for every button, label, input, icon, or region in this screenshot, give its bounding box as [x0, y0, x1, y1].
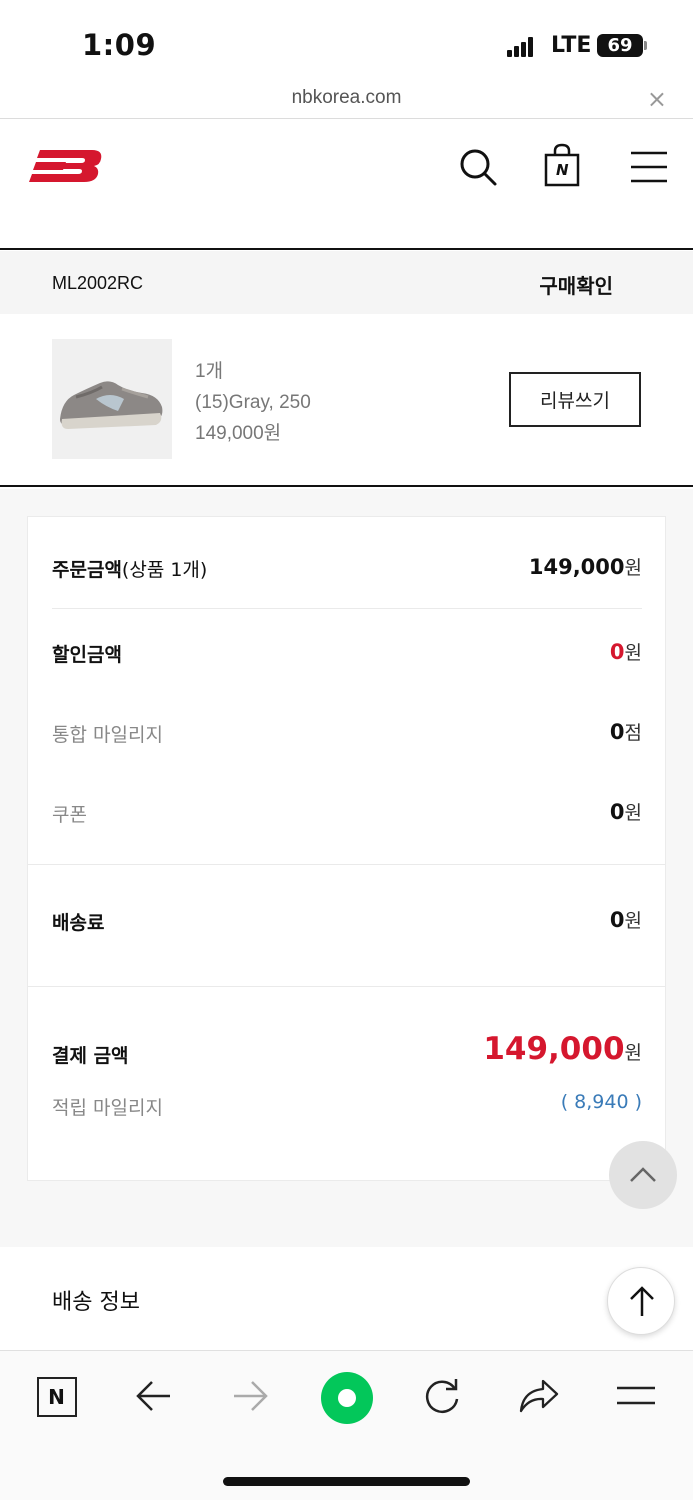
payment-amount-row: 결제 금액 149,000원	[52, 1031, 642, 1075]
collapse-button[interactable]	[609, 1141, 677, 1209]
battery-icon: 69	[597, 34, 643, 57]
payment-summary-box: 주문금액(상품 1개) 149,000원 할인금액 0원 통합 마일리지 0점 …	[27, 516, 666, 1181]
bag-letter: N	[556, 161, 569, 179]
coupon-row: 쿠폰 0원	[52, 794, 642, 834]
payment-amount-label: 결제 금액	[52, 1045, 129, 1067]
order-header: ML2002RC 구매확인	[0, 251, 693, 314]
url-bar[interactable]: nbkorea.com ×	[0, 84, 693, 119]
write-review-button[interactable]: 리뷰쓰기	[509, 372, 641, 427]
chevron-up-icon	[630, 1167, 656, 1182]
divider	[52, 608, 642, 609]
home-letter: N	[48, 1385, 65, 1409]
shipping-fee-value: 0원	[609, 908, 642, 932]
order-status: 구매확인	[539, 274, 613, 298]
signal-icon	[507, 37, 535, 57]
url-text[interactable]: nbkorea.com	[0, 87, 693, 109]
product-row: 1개 (15)Gray, 250 149,000원 리뷰쓰기	[0, 314, 693, 487]
shipping-fee-label: 배송료	[52, 912, 105, 934]
arrow-up-icon	[630, 1286, 654, 1316]
reload-icon[interactable]	[421, 1375, 463, 1421]
order-amount-label: 주문금액(상품 1개)	[52, 559, 208, 581]
shopping-bag-icon[interactable]: N	[542, 143, 582, 191]
status-time: 1:09	[82, 28, 157, 62]
earned-mileage-value: ( 8,940 )	[560, 1091, 642, 1113]
earned-mileage-row: 적립 마일리지 ( 8,940 )	[52, 1087, 642, 1127]
discount-value: 0원	[609, 640, 642, 664]
coupon-value: 0원	[609, 800, 642, 824]
coupon-label: 쿠폰	[52, 804, 87, 826]
scroll-to-top-button[interactable]	[607, 1267, 675, 1335]
product-quantity: 1개	[195, 361, 224, 382]
shipping-info-section[interactable]: 배송 정보	[0, 1247, 693, 1350]
site-header: N	[0, 119, 693, 250]
network-type: LTE	[551, 33, 592, 58]
share-icon[interactable]	[517, 1377, 561, 1419]
mileage-label: 통합 마일리지	[52, 724, 163, 746]
mileage-value: 0점	[609, 720, 642, 744]
new-balance-logo[interactable]	[26, 147, 104, 191]
shipping-fee-row: 배송료 0원	[52, 902, 642, 942]
shipping-info-title: 배송 정보	[52, 1290, 140, 1315]
menu-icon[interactable]	[629, 149, 669, 189]
divider	[28, 864, 665, 865]
payment-amount-value: 149,000원	[483, 1031, 642, 1067]
status-bar: 1:09 LTE 69	[0, 0, 693, 84]
discount-label: 할인금액	[52, 644, 122, 666]
product-price: 149,000원	[195, 423, 282, 444]
close-icon[interactable]: ×	[647, 85, 667, 113]
naver-home-icon[interactable]: N	[37, 1377, 77, 1417]
browser-toolbar: N	[0, 1350, 693, 1500]
home-indicator	[223, 1477, 470, 1486]
product-code: ML2002RC	[52, 273, 144, 293]
earned-mileage-label: 적립 마일리지	[52, 1097, 163, 1119]
mileage-row: 통합 마일리지 0점	[52, 714, 642, 754]
order-amount-sub: (상품 1개)	[121, 559, 208, 581]
divider	[28, 986, 665, 987]
search-icon[interactable]	[458, 147, 498, 191]
discount-row: 할인금액 0원	[52, 634, 642, 674]
product-option: (15)Gray, 250	[195, 392, 311, 413]
product-image[interactable]	[52, 339, 172, 459]
green-dot-icon[interactable]	[320, 1371, 374, 1429]
battery-tip	[644, 41, 647, 50]
menu-icon[interactable]	[616, 1385, 656, 1411]
order-amount-row: 주문금액(상품 1개) 149,000원	[52, 549, 642, 589]
payment-summary-area: 주문금액(상품 1개) 149,000원 할인금액 0원 통합 마일리지 0점 …	[0, 489, 693, 1247]
product-info: 1개 (15)Gray, 250 149,000원	[195, 356, 311, 449]
forward-arrow-icon[interactable]	[231, 1379, 269, 1417]
back-arrow-icon[interactable]	[135, 1379, 173, 1417]
order-amount-value: 149,000원	[528, 555, 642, 579]
